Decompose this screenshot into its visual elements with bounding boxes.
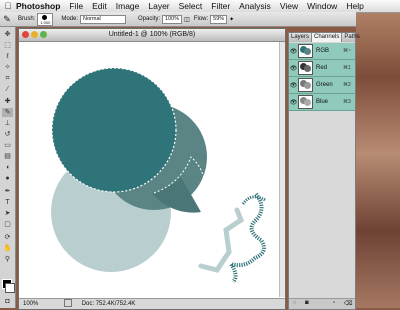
zoom-level[interactable]: 100% — [19, 301, 42, 307]
eyedropper-tool-icon[interactable]: ⁄ — [2, 85, 13, 94]
brush-size-value: 1.000 — [40, 19, 51, 25]
background-color-swatch[interactable] — [5, 283, 15, 293]
channel-name: Red — [316, 65, 328, 71]
menu-app-name[interactable]: Photoshop — [16, 1, 60, 11]
channel-row-rgb[interactable]: 👁 RGB ⌘~ — [289, 43, 355, 60]
new-channel-icon[interactable]: ▫ — [333, 300, 335, 306]
menu-image[interactable]: Image — [116, 1, 140, 11]
document-title-bar[interactable]: Untitled-1 @ 100% (RGB/8) — [19, 29, 285, 42]
trash-icon[interactable]: ⌫ — [344, 300, 352, 307]
menu-window[interactable]: Window — [307, 1, 337, 11]
crop-tool-icon[interactable]: ⌗ — [2, 74, 13, 83]
zoom-tool-icon[interactable]: ⚲ — [2, 255, 13, 264]
eraser-tool-icon[interactable]: ▭ — [2, 141, 13, 150]
menu-help[interactable]: Help — [346, 1, 363, 11]
channel-shortcut: ⌘2 — [343, 82, 351, 88]
flow-label: Flow: — [193, 16, 209, 22]
channels-panel: Layers Channels × Paths 👁 RGB ⌘~ 👁 Red ⌘… — [288, 32, 360, 310]
canvas-artwork — [51, 67, 266, 284]
quick-select-tool-icon[interactable]: ✧ — [2, 63, 13, 72]
channel-name: RGB — [316, 48, 330, 54]
tab-channels[interactable]: Channels × — [311, 33, 343, 49]
channel-row-green[interactable]: 👁 Green ⌘2 — [289, 77, 355, 94]
menu-file[interactable]: File — [69, 1, 83, 11]
channel-thumbnail — [298, 95, 313, 109]
status-menu-icon[interactable] — [64, 299, 73, 308]
flow-input[interactable]: 59% — [210, 14, 228, 24]
options-bar: ✎ Brush: 1.000 Mode: Normal Opacity: 100… — [0, 12, 356, 27]
visibility-eye-icon[interactable]: 👁 — [289, 48, 298, 55]
channel-name: Green — [316, 82, 333, 88]
desktop-background — [356, 0, 400, 308]
light-brush-stroke — [198, 207, 245, 273]
tab-layers[interactable]: Layers — [289, 33, 311, 42]
brush-tool-icon[interactable]: ✎ — [0, 14, 14, 25]
apple-menu-icon[interactable]:  — [0, 1, 16, 11]
menu-layer[interactable]: Layer — [148, 1, 169, 11]
minimize-window-icon[interactable] — [31, 31, 38, 38]
dodge-tool-icon[interactable]: ● — [2, 174, 13, 183]
path-select-tool-icon[interactable]: ➤ — [2, 209, 13, 218]
lasso-tool-icon[interactable]: ℓ — [2, 52, 13, 61]
tablet-pressure-opacity-icon[interactable]: ◫ — [184, 16, 190, 23]
visibility-eye-icon[interactable]: 👁 — [289, 65, 298, 72]
channel-shortcut: ⌘1 — [343, 65, 351, 71]
channel-name: Blue — [316, 99, 329, 105]
marquee-tool-icon[interactable]: ⬚ — [2, 41, 13, 50]
hand-tool-icon[interactable]: ✋ — [2, 244, 13, 253]
zoom-window-icon[interactable] — [40, 31, 47, 38]
airbrush-icon[interactable]: ✦ — [229, 16, 234, 23]
document-status-bar: 100% Doc: 752.4K/752.4K — [19, 298, 285, 309]
menu-select[interactable]: Select — [179, 1, 203, 11]
gradient-tool-icon[interactable]: ▤ — [2, 152, 13, 161]
opacity-label: Opacity: — [138, 16, 161, 22]
mode-label: Mode: — [61, 16, 79, 22]
3d-rotate-tool-icon[interactable]: ⟳ — [2, 233, 13, 242]
pen-tool-icon[interactable]: ✒ — [2, 187, 13, 196]
document-window: Untitled-1 @ 100% (RGB/8) 100% Doc: 752.… — [18, 28, 286, 310]
load-channel-selection-icon[interactable]: ◌ — [293, 300, 297, 306]
opacity-input[interactable]: 100% — [162, 14, 183, 24]
tools-panel: ✥ ⬚ ℓ ✧ ⌗ ⁄ ✚ ✎ ⊥ ↺ ▭ ▤ ◖ ● ✒ T ➤ ▢ ⟳ ✋ … — [0, 27, 16, 308]
channel-row-red[interactable]: 👁 Red ⌘1 — [289, 60, 355, 77]
channel-thumbnail — [298, 78, 313, 92]
panel-tabs: Layers Channels × Paths — [289, 33, 360, 49]
vertical-scrollbar[interactable] — [279, 42, 285, 297]
channel-thumbnail — [298, 61, 313, 75]
canvas[interactable] — [19, 42, 285, 297]
dark-brush-stroke — [226, 192, 266, 284]
document-title: Untitled-1 @ 100% (RGB/8) — [108, 31, 196, 38]
channel-shortcut: ⌘~ — [343, 48, 351, 54]
channel-row-blue[interactable]: 👁 Blue ⌘3 — [289, 94, 355, 111]
visibility-eye-icon[interactable]: 👁 — [289, 99, 298, 106]
brush-tool-icon[interactable]: ✎ — [2, 108, 13, 117]
mode-select[interactable]: Normal — [80, 14, 127, 24]
channel-shortcut: ⌘3 — [343, 99, 351, 105]
menu-edit[interactable]: Edit — [92, 1, 107, 11]
document-info: Doc: 752.4K/752.4K — [81, 301, 136, 307]
brush-label: Brush: — [18, 16, 36, 22]
healing-tool-icon[interactable]: ✚ — [2, 97, 13, 106]
menu-analysis[interactable]: Analysis — [239, 1, 271, 11]
quick-mask-icon[interactable]: ◘ — [2, 297, 13, 306]
menu-view[interactable]: View — [280, 1, 298, 11]
shape-tool-icon[interactable]: ▢ — [2, 220, 13, 229]
menu-filter[interactable]: Filter — [211, 1, 230, 11]
dark-teal-circle — [52, 68, 176, 192]
history-brush-tool-icon[interactable]: ↺ — [2, 130, 13, 139]
panel-bottom-bar: ◌ ◙ ▫ ⌫ — [289, 298, 355, 309]
type-tool-icon[interactable]: T — [2, 198, 13, 207]
brush-preset-picker[interactable]: 1.000 — [37, 12, 54, 26]
clone-stamp-tool-icon[interactable]: ⊥ — [2, 119, 13, 128]
channel-thumbnail — [298, 44, 313, 58]
tab-paths[interactable]: Paths — [342, 33, 361, 42]
close-window-icon[interactable] — [22, 31, 29, 38]
visibility-eye-icon[interactable]: 👁 — [289, 82, 298, 89]
save-selection-channel-icon[interactable]: ◙ — [305, 300, 309, 306]
blur-tool-icon[interactable]: ◖ — [2, 163, 13, 172]
move-tool-icon[interactable]: ✥ — [2, 30, 13, 39]
